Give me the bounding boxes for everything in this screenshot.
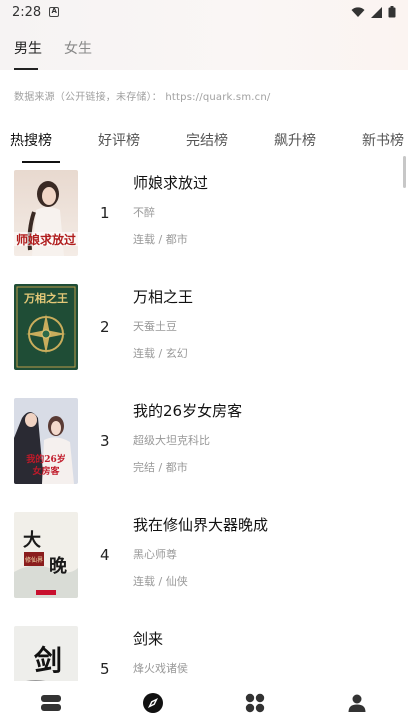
book-author: 超级大坦克科比 bbox=[133, 434, 210, 447]
book-author: 烽火戏诸侯 bbox=[133, 662, 188, 675]
tab-rising[interactable]: 飙升榜 bbox=[274, 126, 316, 150]
book-cover: 剑 bbox=[14, 626, 78, 681]
book-title: 我的26岁女房客 bbox=[133, 402, 243, 420]
gender-tabs: 男生 女生 bbox=[14, 24, 394, 68]
svg-text:我的26岁: 我的26岁 bbox=[26, 453, 66, 465]
book-meta: 连载 / 都市 bbox=[133, 233, 188, 246]
rank-tab-indicator bbox=[22, 161, 60, 163]
list-item[interactable]: 大 晚 修仙界 4 我在修仙界大器晚成 黑心师尊 连载 / 仙侠 bbox=[0, 512, 408, 626]
nav-discover[interactable] bbox=[141, 691, 165, 715]
svg-text:晚: 晚 bbox=[49, 555, 67, 577]
book-cover: 我的26岁 女房客 bbox=[14, 398, 78, 484]
tab-male[interactable]: 男生 bbox=[14, 38, 42, 58]
rank-number: 3 bbox=[100, 432, 110, 450]
tab-female[interactable]: 女生 bbox=[64, 38, 92, 58]
book-author: 不醉 bbox=[133, 206, 155, 219]
book-meta: 连载 / 玄幻 bbox=[133, 347, 188, 360]
nav-profile[interactable] bbox=[345, 691, 369, 715]
data-source-note: 数据来源（公开链接，未存储）： https://quark.sm.cn/ bbox=[14, 92, 271, 103]
header: 男生 女生 bbox=[0, 24, 408, 70]
rank-number: 2 bbox=[100, 318, 110, 336]
rank-tabs: 热搜榜 好评榜 完结榜 飙升榜 新书榜 bbox=[0, 113, 408, 163]
nav-bookshelf[interactable] bbox=[39, 691, 63, 715]
tab-completed[interactable]: 完结榜 bbox=[186, 126, 228, 150]
book-author: 黑心师尊 bbox=[133, 548, 177, 561]
status-bar: 2:28 A bbox=[0, 0, 408, 24]
list-item[interactable]: 剑 5 剑来 烽火戏诸侯 bbox=[0, 626, 408, 681]
category-icon bbox=[245, 693, 265, 713]
book-title: 师娘求放过 bbox=[133, 174, 209, 192]
battery-icon bbox=[388, 6, 396, 18]
cover-title: 剑 bbox=[34, 644, 62, 677]
rank-number: 4 bbox=[100, 546, 110, 564]
nav-category[interactable] bbox=[243, 691, 267, 715]
list-item[interactable]: 我的26岁 女房客 3 我的26岁女房客 超级大坦克科比 完结 / 都市 bbox=[0, 398, 408, 512]
svg-text:修仙界: 修仙界 bbox=[25, 556, 43, 564]
svg-text:大: 大 bbox=[23, 529, 41, 551]
notification-icon: A bbox=[49, 7, 60, 17]
discover-icon bbox=[143, 693, 163, 713]
book-author: 天蚕土豆 bbox=[133, 320, 177, 333]
book-title: 剑来 bbox=[133, 630, 164, 648]
status-time: 2:28 bbox=[12, 4, 42, 20]
tab-new-books[interactable]: 新书榜 bbox=[362, 126, 404, 150]
signal-icon bbox=[371, 6, 382, 18]
list-item[interactable]: 师娘求放过 1 师娘求放过 不醉 连载 / 都市 bbox=[0, 170, 408, 284]
wifi-icon bbox=[351, 6, 365, 17]
tab-female-label: 女生 bbox=[64, 41, 92, 57]
bottom-nav bbox=[0, 681, 408, 725]
book-cover: 师娘求放过 bbox=[14, 170, 78, 256]
svg-text:女房客: 女房客 bbox=[32, 465, 60, 477]
tab-male-label: 男生 bbox=[14, 41, 42, 57]
profile-icon bbox=[348, 694, 366, 712]
tab-top-rated[interactable]: 好评榜 bbox=[98, 126, 140, 150]
cover-title: 万相之王 bbox=[23, 291, 68, 305]
book-title: 我在修仙界大器晚成 bbox=[133, 516, 269, 534]
rank-number: 5 bbox=[100, 660, 110, 678]
book-list: 师娘求放过 1 师娘求放过 不醉 连载 / 都市 万相之王 2 万相之王 天蚕土… bbox=[0, 170, 408, 681]
book-meta: 连载 / 仙侠 bbox=[133, 575, 188, 588]
bookshelf-icon bbox=[41, 695, 61, 711]
list-item[interactable]: 万相之王 2 万相之王 天蚕土豆 连载 / 玄幻 bbox=[0, 284, 408, 398]
book-cover: 万相之王 bbox=[14, 284, 78, 370]
book-title: 万相之王 bbox=[133, 288, 194, 306]
rank-number: 1 bbox=[100, 204, 110, 222]
cover-title: 师娘求放过 bbox=[16, 232, 76, 247]
book-meta: 完结 / 都市 bbox=[133, 461, 188, 474]
tab-hot-search[interactable]: 热搜榜 bbox=[10, 126, 52, 150]
book-cover: 大 晚 修仙界 bbox=[14, 512, 78, 598]
